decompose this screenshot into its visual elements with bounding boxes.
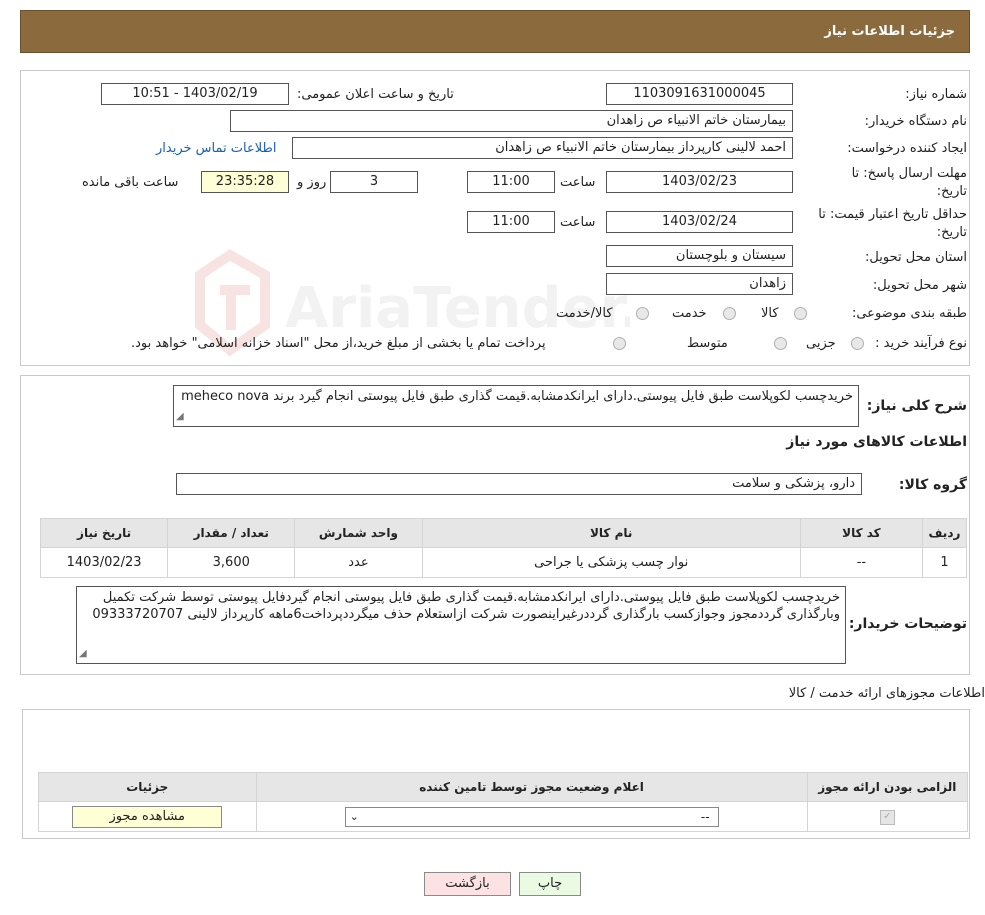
buyer-org-label: نام دستگاه خریدار: <box>864 114 967 129</box>
goods-name-cell: نوار چسب پزشکی یا جراحی <box>421 547 801 578</box>
col-need-date: تاریخ نیاز <box>39 518 169 548</box>
permits-table-header: الزامی بودن ارائه مجوز اعلام وضعیت مجوز … <box>38 772 969 802</box>
goods-group-label: گروه کالا: <box>898 477 967 493</box>
category-label: طبقه بندی موضوعی: <box>851 306 967 321</box>
category-goods-radio[interactable] <box>794 307 807 320</box>
permit-required-cell: ✓ <box>806 801 969 832</box>
province-label: استان محل تحویل: <box>865 250 967 265</box>
remaining-days-field: 3 <box>330 171 418 193</box>
col-goods-name: نام کالا <box>421 518 801 548</box>
page-header: جزئیات اطلاعات نیاز <box>20 10 970 53</box>
page-title: جزئیات اطلاعات نیاز <box>824 24 955 39</box>
permits-title: اطلاعات مجوزهای ارائه خدمت / کالا <box>788 686 985 701</box>
category-goods-label: کالا <box>761 306 779 321</box>
col-goods-code: کد کالا <box>799 518 923 548</box>
deadline-date-label: تاریخ: <box>936 184 967 199</box>
deadline-label: مهلت ارسال پاسخ: تا <box>851 166 967 181</box>
goods-info-title: اطلاعات کالاهای مورد نیاز <box>786 434 967 450</box>
permit-details-cell: مشاهده مجوز <box>38 801 257 832</box>
print-button[interactable]: چاپ <box>519 872 581 896</box>
city-label: شهر محل تحویل: <box>872 278 967 293</box>
goods-table-header: ردیف کد کالا نام کالا واحد شمارش تعداد /… <box>39 518 968 548</box>
goods-group-field: دارو، پزشکی و سلامت <box>176 473 862 495</box>
validity-label: حداقل تاریخ اعتبار قیمت: تا <box>818 207 967 222</box>
announce-label: تاریخ و ساعت اعلان عمومی: <box>297 87 454 102</box>
remaining-time-field: 23:35:28 <box>201 171 289 193</box>
table-row: ✓ -- ⌄ مشاهده مجوز <box>38 801 969 832</box>
process-medium-radio[interactable] <box>774 337 787 350</box>
deadline-time-label: ساعت <box>560 175 596 190</box>
summary-text: خریدچسب لکوپلاست طبق فایل پیوستی.دارای ا… <box>181 389 853 404</box>
need-number-field: 1103091631000045 <box>606 83 793 105</box>
unit-cell: عدد <box>294 547 423 578</box>
col-quantity: تعداد / مقدار <box>167 518 296 548</box>
category-service-radio[interactable] <box>723 307 736 320</box>
goods-table: ردیف کد کالا نام کالا واحد شمارش تعداد /… <box>39 518 968 578</box>
process-label: نوع فرآیند خرید : <box>875 336 967 351</box>
category-service-label: خدمت <box>672 306 707 321</box>
permit-status-cell: -- ⌄ <box>255 801 808 832</box>
buyer-notes-text: خریدچسب لکوپلاست طبق فایل پیوستی.دارای ا… <box>92 590 840 622</box>
days-label: روز و <box>297 175 327 190</box>
view-permit-button[interactable]: مشاهده مجوز <box>72 805 223 828</box>
permits-table: الزامی بودن ارائه مجوز اعلام وضعیت مجوز … <box>38 772 969 832</box>
summary-label: شرح کلی نیاز: <box>866 398 967 414</box>
goods-code-cell: -- <box>799 547 923 578</box>
province-field: سیستان و بلوچستان <box>606 245 793 267</box>
need-date-cell: 1403/02/23 <box>39 547 169 578</box>
validity-date-label: تاریخ: <box>936 225 967 240</box>
col-permit-status: اعلام وضعیت مجوز توسط تامین کننده <box>255 772 808 802</box>
deadline-date-field: 1403/02/23 <box>606 171 793 193</box>
buyer-contact-link[interactable]: اطلاعات تماس خریدار <box>156 141 276 156</box>
announce-datetime-field: 1403/02/19 - 10:51 <box>101 83 289 105</box>
creator-field: احمد لالینی کارپرداز بیمارستان خاتم الان… <box>292 137 793 159</box>
buyer-notes-label: توضیحات خریدار: <box>848 616 967 632</box>
validity-date-field: 1403/02/24 <box>606 211 793 233</box>
summary-textarea[interactable]: خریدچسب لکوپلاست طبق فایل پیوستی.دارای ا… <box>173 385 859 427</box>
permit-status-value: -- <box>700 809 710 824</box>
col-permit-details: جزئیات <box>38 772 257 802</box>
validity-time-field: 11:00 <box>467 211 555 233</box>
category-goods-service-radio[interactable] <box>636 307 649 320</box>
process-minor-label: جزیی <box>806 336 836 351</box>
required-checkbox: ✓ <box>879 810 895 825</box>
back-button[interactable]: بازگشت <box>424 872 511 896</box>
creator-label: ایجاد کننده درخواست: <box>847 141 967 156</box>
process-minor-radio[interactable] <box>851 337 864 350</box>
chevron-down-icon: ⌄ <box>349 809 359 823</box>
category-goods-service-label: کالا/خدمت <box>556 306 613 321</box>
col-unit: واحد شمارش <box>294 518 423 548</box>
validity-time-label: ساعت <box>560 215 596 230</box>
resize-grip-icon[interactable]: ◢ <box>176 408 184 425</box>
table-row: 1 -- نوار چسب پزشکی یا جراحی عدد 3,600 1… <box>39 547 968 578</box>
city-field: زاهدان <box>606 273 793 295</box>
remaining-label: ساعت باقی مانده <box>82 175 179 190</box>
quantity-cell: 3,600 <box>167 547 296 578</box>
deadline-time-field: 11:00 <box>467 171 555 193</box>
resize-grip-icon[interactable]: ◢ <box>79 645 87 662</box>
permit-status-select[interactable]: -- ⌄ <box>344 806 719 827</box>
treasury-checkbox[interactable] <box>613 337 626 350</box>
need-number-label: شماره نیاز: <box>905 87 967 102</box>
row-number-cell: 1 <box>921 547 968 578</box>
col-permit-required: الزامی بودن ارائه مجوز <box>806 772 969 802</box>
process-medium-label: متوسط <box>687 336 728 351</box>
process-note: پرداخت تمام یا بخشی از مبلغ خرید،از محل … <box>131 336 546 351</box>
col-row-number: ردیف <box>921 518 968 548</box>
buyer-org-field: بیمارستان خاتم الانبیاء ص زاهدان <box>230 110 793 132</box>
buyer-notes-textarea[interactable]: خریدچسب لکوپلاست طبق فایل پیوستی.دارای ا… <box>76 586 846 664</box>
